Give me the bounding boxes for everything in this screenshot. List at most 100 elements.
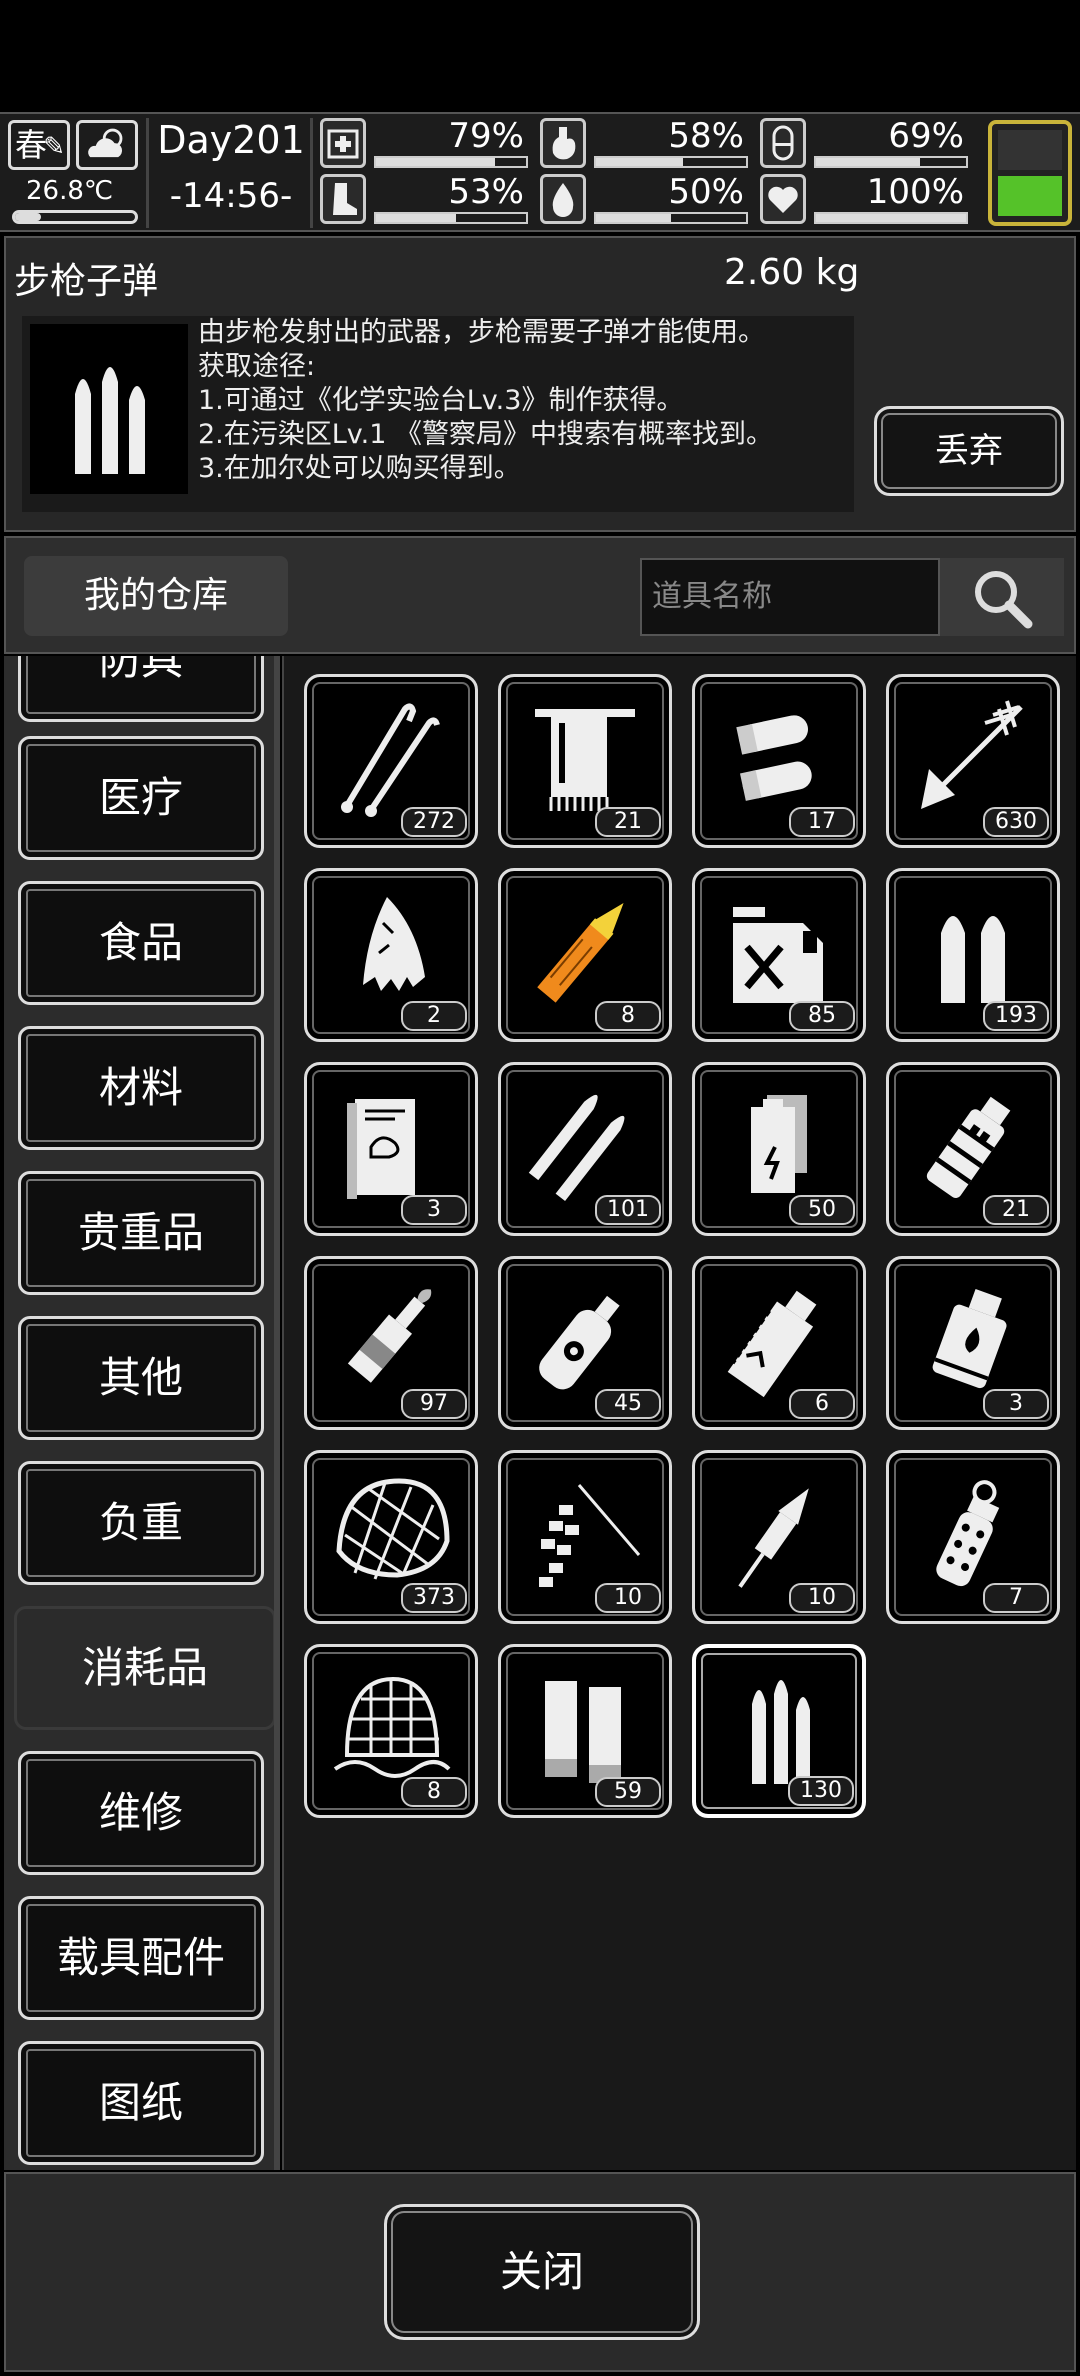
category-sidebar[interactable]: 防具 医疗 食品 材料 贵重品 其他 负重 消耗品 维修 载具配件 图纸 [4,656,280,2170]
category-blueprints[interactable]: 图纸 [18,2041,264,2165]
fuel-can-icon [733,907,823,1003]
category-food[interactable]: 食品 [18,881,264,1005]
item-slot[interactable]: 2 [304,868,478,1042]
energy-capsule-icon [760,118,806,168]
book-icon [347,1099,415,1199]
category-medical[interactable]: 医疗 [18,736,264,860]
item-slot[interactable]: 101 [498,1062,672,1236]
discard-button[interactable]: 丢弃 [874,406,1064,496]
item-weight: 2.60 kg [724,252,860,293]
item-slot[interactable]: 373 [304,1450,478,1624]
battery-icon [988,120,1072,226]
rocket-ammo-icon [537,903,624,1003]
gas-canister-icon [539,1295,620,1390]
item-slot-selected[interactable]: 130 [692,1644,866,1818]
category-consumables[interactable]: 消耗品 [14,1606,276,1730]
stomach-icon [540,118,586,168]
item-slot[interactable]: 17 [692,674,866,848]
hunger-bar-fill [596,158,683,166]
item-slot[interactable]: 21 [886,1062,1060,1236]
hunger-value: 58% [668,116,744,156]
item-slot[interactable]: 21 [498,674,672,848]
category-valuables[interactable]: 贵重品 [18,1171,264,1295]
item-count: 59 [595,1777,661,1807]
thirst-bar-fill [596,214,671,222]
net-icon [336,1478,450,1580]
item-name: 步枪子弹 [14,261,159,302]
category-vehicle-parts[interactable]: 载具配件 [18,1896,264,2020]
pistol-bullets-icon [941,916,1005,1003]
category-armor[interactable]: 防具 [18,656,264,722]
tab-my-warehouse[interactable]: 我的仓库 [24,556,288,636]
item-description: 由步枪发射出的武器，步枪需要子弹才能使用。 获取途径: 1.可通过《化学实验台L… [198,317,774,484]
energy-value: 69% [888,116,964,156]
item-slot[interactable]: 630 [886,674,1060,848]
mood-value: 100% [866,172,964,212]
item-count: 8 [401,1777,467,1807]
lockpick-icon [341,703,440,817]
smoke-grenade-icon [727,1290,817,1398]
sniper-bullets-icon [528,1094,625,1202]
arrow-icon [921,700,1023,809]
trap-net-icon [333,1676,451,1778]
item-count: 2 [401,1001,467,1031]
search-button[interactable] [940,558,1064,636]
item-count: 50 [789,1195,855,1225]
item-count: 85 [789,1001,855,1031]
category-load[interactable]: 负重 [18,1461,264,1585]
item-slot[interactable]: 3 [304,1062,478,1236]
item-slot[interactable]: 45 [498,1256,672,1430]
item-count: 101 [595,1195,661,1225]
item-count: 272 [401,807,467,837]
item-slot[interactable]: 97 [304,1256,478,1430]
item-count: 45 [595,1389,661,1419]
battery-icon [751,1095,807,1193]
item-slot[interactable]: 10 [692,1450,866,1624]
item-slot[interactable]: 8 [304,1644,478,1818]
category-repair[interactable]: 维修 [18,1751,264,1875]
item-count: 3 [401,1195,467,1225]
energy-bar-fill [816,158,920,166]
season-indicator: 春 ✎ [8,120,70,170]
item-slot[interactable]: 10 [498,1450,672,1624]
item-count: 21 [595,807,661,837]
item-slot[interactable]: 193 [886,868,1060,1042]
thirst-stat: 50% [540,172,750,226]
game-clock: -14:56- [169,176,293,216]
item-count: 10 [789,1583,855,1613]
heart-icon [760,174,806,224]
item-count: 3 [983,1389,1049,1419]
weather-icon [76,120,138,170]
category-materials[interactable]: 材料 [18,1026,264,1150]
item-count: 8 [595,1001,661,1031]
item-slot[interactable]: 8 [498,868,672,1042]
health-bar-fill [376,158,495,166]
item-slot[interactable]: 7 [886,1450,1060,1624]
item-count: 10 [595,1583,661,1613]
stamina-bar-fill [376,214,456,222]
flashbang-icon [926,1096,1011,1198]
item-count: 630 [983,807,1049,837]
search-input[interactable]: 道具名称 [640,558,940,636]
close-button[interactable]: 关闭 [384,2204,700,2340]
day-counter: Day201 [157,118,305,162]
boot-icon [320,174,366,224]
item-slot[interactable]: 272 [304,674,478,848]
item-slot[interactable]: 50 [692,1062,866,1236]
rifle-bullets-icon [30,324,188,494]
thirst-value: 50% [668,172,744,212]
category-other[interactable]: 其他 [18,1316,264,1440]
energy-stat: 69% [760,116,970,170]
stamina-value: 53% [448,172,524,212]
item-slot[interactable]: 59 [498,1644,672,1818]
item-slot[interactable]: 85 [692,868,866,1042]
item-slot[interactable]: 6 [692,1256,866,1430]
item-slot[interactable]: 3 [886,1256,1060,1430]
cloth-icon [363,897,425,991]
item-count: 373 [401,1583,467,1613]
item-count: 6 [789,1389,855,1419]
mood-bar-fill [816,214,966,222]
bottom-bar: 关闭 [4,2172,1076,2372]
stun-grenade-icon [936,1480,1000,1587]
item-detail-panel: 步枪子弹 2.60 kg 由步枪发射出的武器，步枪需要子弹才能使用。 获取途径:… [4,236,1076,532]
